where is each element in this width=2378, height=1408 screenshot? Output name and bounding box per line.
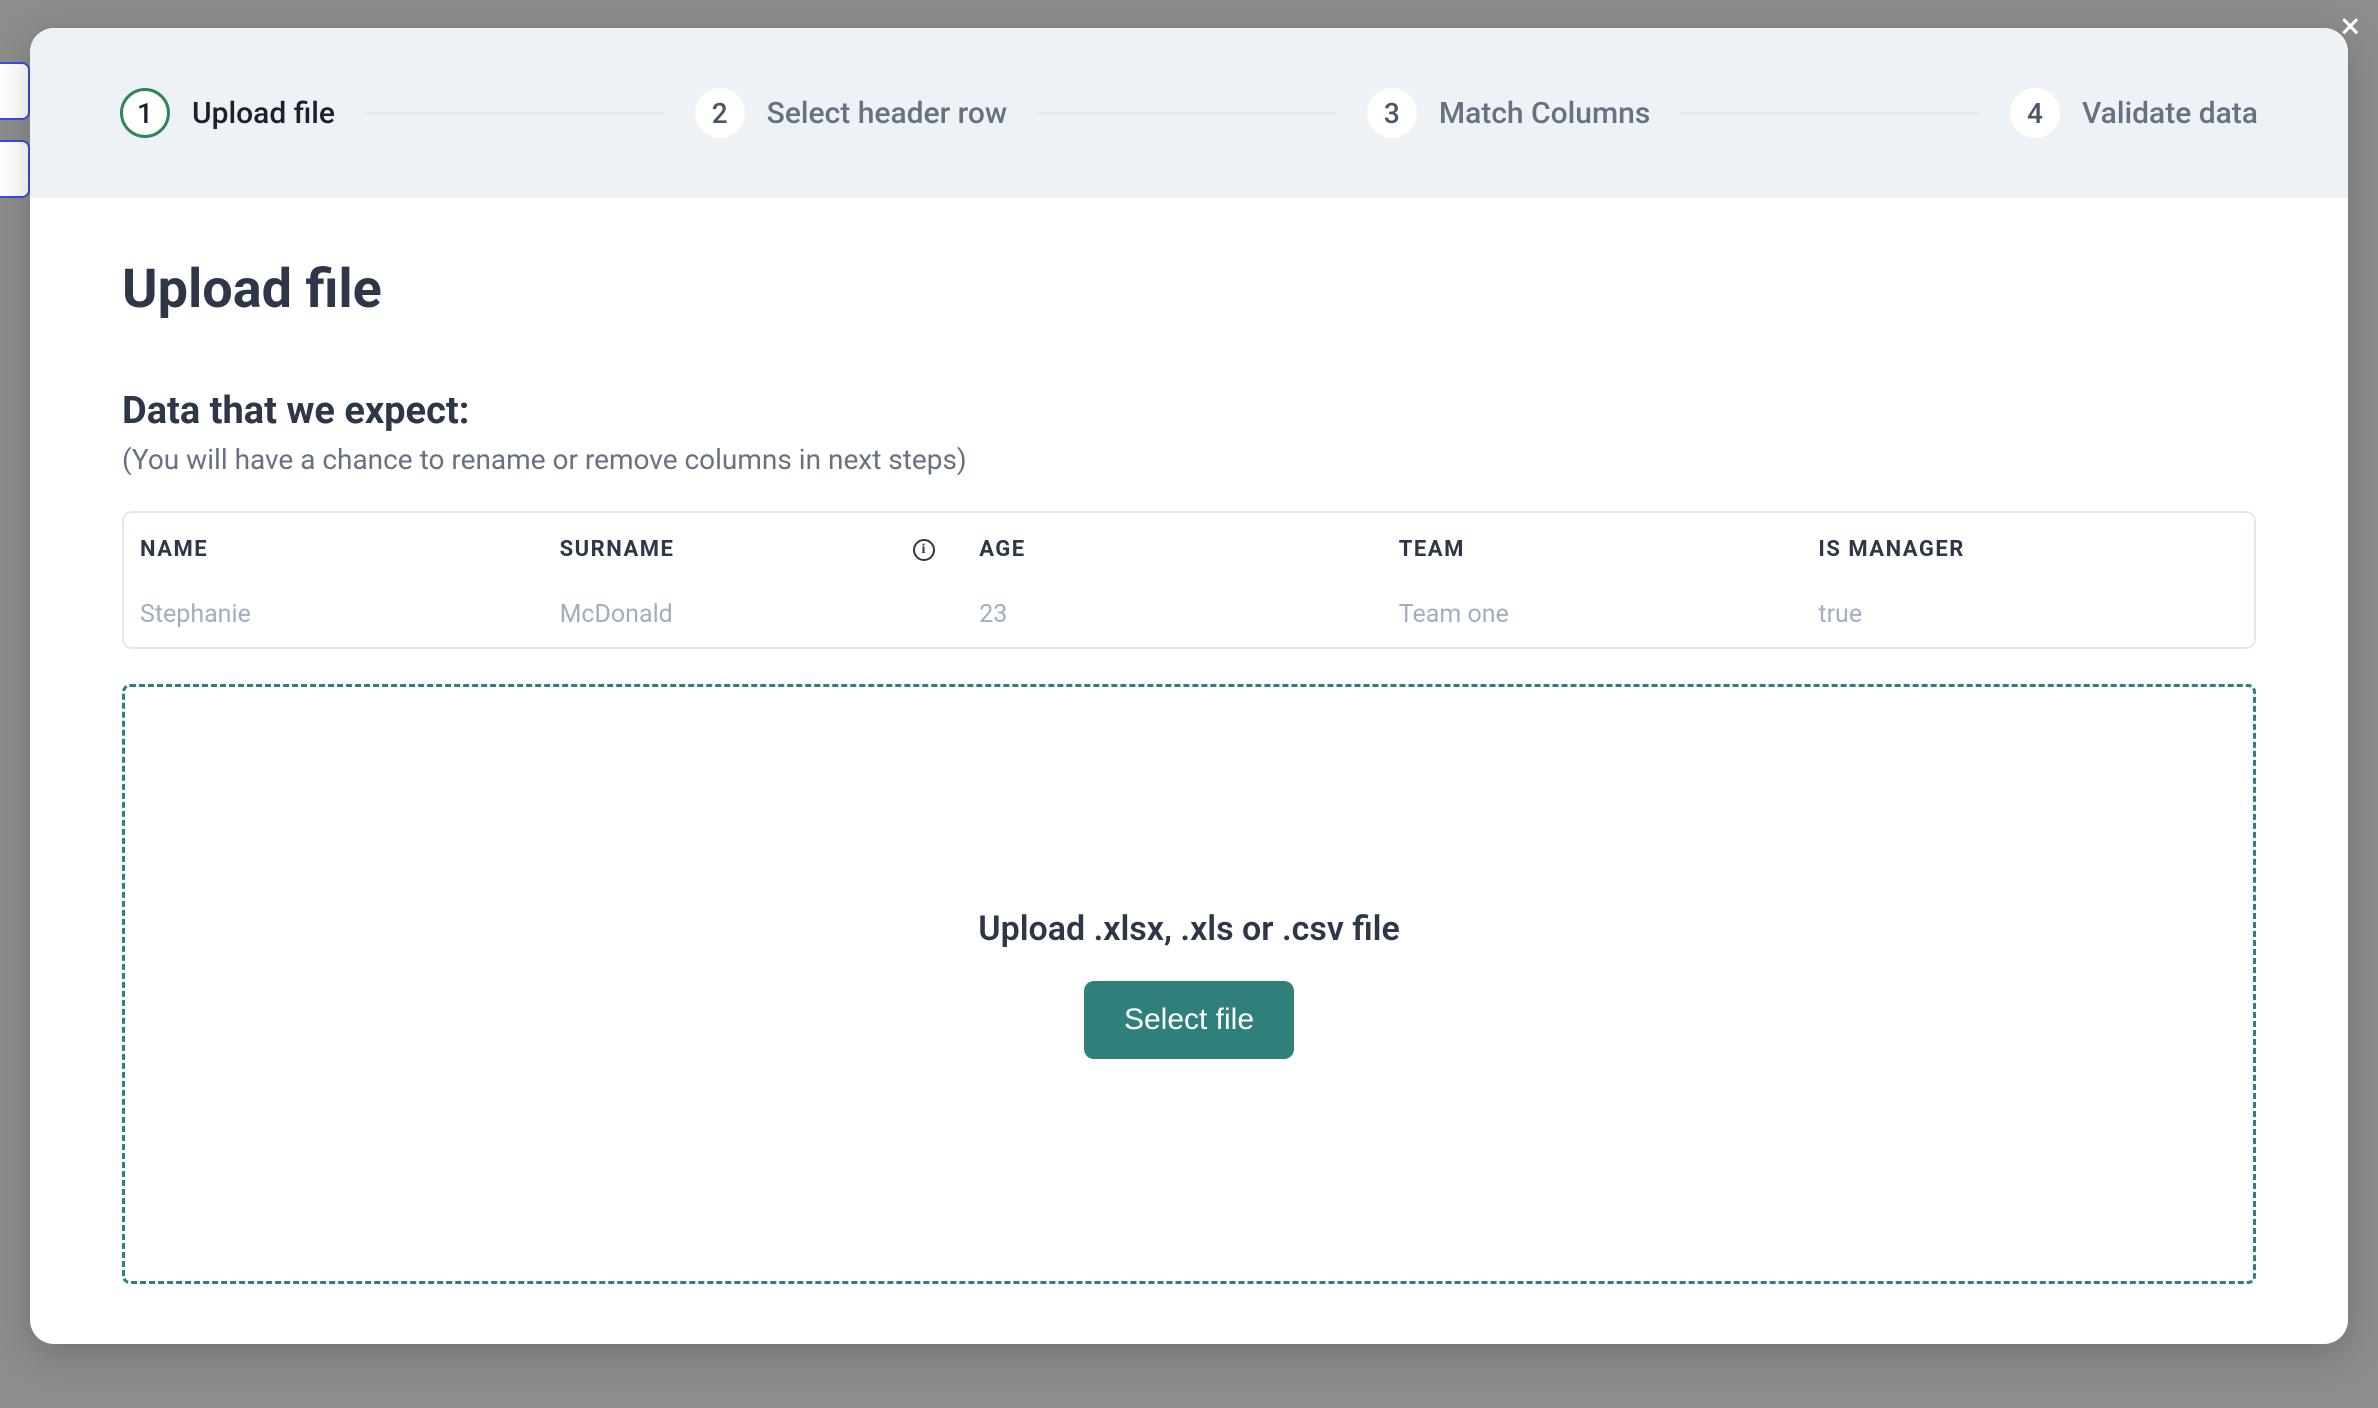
helper-text: (You will have a chance to rename or rem… — [122, 443, 2256, 476]
step-divider — [1037, 112, 1337, 114]
step-label: Upload file — [192, 96, 335, 131]
column-header-is-manager: IS MANAGER — [1818, 513, 2238, 586]
step-label: Validate data — [2082, 96, 2258, 131]
header-text: TEAM — [1399, 537, 1465, 562]
table-header-row: NAME SURNAME i AGE TEAM IS MANAGER — [124, 513, 2254, 586]
column-header-team: TEAM — [1399, 513, 1819, 586]
step-label: Match Columns — [1439, 96, 1650, 131]
step-number-3: 3 — [1367, 88, 1417, 138]
step-divider — [365, 112, 665, 114]
info-icon[interactable]: i — [913, 539, 935, 561]
step-number-2: 2 — [695, 88, 745, 138]
close-icon[interactable]: × — [2341, 8, 2360, 44]
column-header-name: NAME — [140, 513, 560, 586]
header-text: SURNAME — [560, 537, 675, 562]
step-validate-data[interactable]: 4 Validate data — [2010, 88, 2258, 138]
example-cell: true — [1818, 586, 2238, 647]
step-divider — [1680, 112, 1980, 114]
background-button-fragment-2 — [0, 140, 30, 198]
expected-columns-table: NAME SURNAME i AGE TEAM IS MANAGER Steph… — [122, 511, 2256, 649]
step-match-columns[interactable]: 3 Match Columns — [1367, 88, 1650, 138]
column-header-age: AGE — [979, 513, 1399, 586]
column-header-surname: SURNAME i — [560, 513, 980, 586]
header-text: IS MANAGER — [1818, 537, 1964, 562]
header-text: NAME — [140, 537, 208, 562]
step-select-header-row[interactable]: 2 Select header row — [695, 88, 1008, 138]
example-cell: Stephanie — [140, 586, 560, 647]
stepper: 1 Upload file 2 Select header row 3 Matc… — [30, 28, 2348, 198]
header-text: AGE — [979, 537, 1025, 562]
step-number-1: 1 — [120, 88, 170, 138]
expected-data-subtitle: Data that we expect: — [122, 389, 2256, 433]
example-cell: McDonald — [560, 586, 980, 647]
select-file-button[interactable]: Select file — [1084, 981, 1294, 1059]
table-row: Stephanie McDonald 23 Team one true — [124, 586, 2254, 647]
step-number-4: 4 — [2010, 88, 2060, 138]
modal-content: Upload file Data that we expect: (You wi… — [30, 198, 2348, 1344]
step-upload-file[interactable]: 1 Upload file — [120, 88, 335, 138]
file-dropzone[interactable]: Upload .xlsx, .xls or .csv file Select f… — [122, 684, 2256, 1284]
dropzone-instruction: Upload .xlsx, .xls or .csv file — [978, 909, 1400, 949]
upload-modal: 1 Upload file 2 Select header row 3 Matc… — [30, 28, 2348, 1344]
page-title: Upload file — [122, 258, 2256, 321]
example-cell: Team one — [1399, 586, 1819, 647]
example-cell: 23 — [979, 586, 1399, 647]
background-button-fragment — [0, 62, 30, 120]
step-label: Select header row — [767, 96, 1008, 131]
